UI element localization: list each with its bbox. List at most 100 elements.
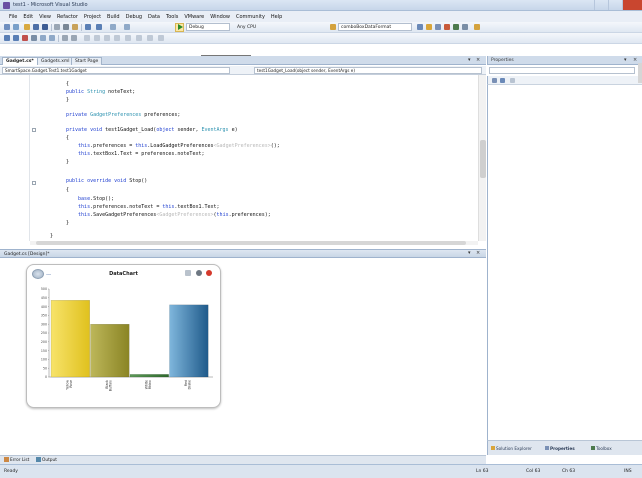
tab-output[interactable]: Output: [34, 457, 59, 464]
toolbar-options-icon[interactable]: [474, 24, 480, 30]
bookmark-icon[interactable]: [84, 35, 90, 41]
save-all-icon[interactable]: [42, 24, 48, 30]
tab-gadgets-xml[interactable]: Gadgets.xml: [37, 57, 74, 65]
find-in-files-icon[interactable]: [417, 24, 423, 30]
close-button[interactable]: [622, 0, 642, 10]
paste-icon[interactable]: [72, 24, 78, 30]
tab-gadget-cs[interactable]: Gadget.cs*: [2, 57, 38, 65]
display-members-icon[interactable]: [4, 35, 10, 41]
tab-error-list[interactable]: Error List: [2, 457, 31, 464]
navigate-backward-icon[interactable]: [110, 24, 116, 30]
redo-icon[interactable]: [96, 24, 102, 30]
complete-word-icon[interactable]: [31, 35, 37, 41]
categorized-icon[interactable]: [492, 78, 497, 83]
menu-community[interactable]: Community: [233, 14, 268, 20]
previous-bookmark-document-icon[interactable]: [147, 35, 153, 41]
chart-bar: [50, 300, 90, 378]
copy-icon[interactable]: [63, 24, 69, 30]
alphabetical-icon[interactable]: [500, 78, 505, 83]
menu-view[interactable]: View: [36, 14, 54, 20]
cut-icon[interactable]: [54, 24, 60, 30]
tab-toolbox[interactable]: Toolbox: [590, 445, 613, 452]
collapse-region-icon[interactable]: [32, 181, 36, 185]
add-new-item-icon[interactable]: [4, 24, 10, 30]
clear-bookmarks-icon[interactable]: [114, 35, 120, 41]
tab-properties[interactable]: Properties: [544, 445, 576, 452]
property-pages-icon[interactable]: [510, 78, 515, 83]
scrollbar-thumb[interactable]: [480, 140, 486, 178]
gadget-header: ----- DataChart: [29, 267, 218, 281]
platform-combo[interactable]: Any CPU: [234, 23, 286, 31]
menu-vmware[interactable]: VMware: [181, 14, 207, 20]
y-tick-label: 50: [43, 366, 47, 370]
menu-window[interactable]: Window: [207, 14, 233, 20]
y-tick-label: 100: [41, 358, 47, 362]
right-dock-tabs: Solution Explorer Properties Toolbox: [487, 440, 642, 455]
menu-refactor[interactable]: Refactor: [54, 14, 81, 20]
editor-horizontal-scrollbar[interactable]: [30, 241, 478, 245]
parameter-info-icon[interactable]: [13, 35, 19, 41]
minimize-button[interactable]: [594, 0, 608, 10]
solution-explorer-icon[interactable]: [426, 24, 432, 30]
uncomment-icon[interactable]: [71, 35, 77, 41]
decrease-indent-icon[interactable]: [40, 35, 46, 41]
maximize-button[interactable]: [608, 0, 622, 10]
gadget-settings-icon[interactable]: [196, 270, 202, 276]
toolbar-separator: [58, 35, 59, 42]
save-icon[interactable]: [33, 24, 39, 30]
close-panel-icon[interactable]: ×: [633, 57, 637, 63]
menu-project[interactable]: Project: [81, 14, 104, 20]
menu-data[interactable]: Data: [145, 14, 163, 20]
properties-window-icon[interactable]: [435, 24, 441, 30]
gadget-notes-icon[interactable]: [185, 270, 191, 276]
tab-dropdown-icon[interactable]: ▾: [468, 57, 471, 63]
member-combo[interactable]: test1Gadget_Load(object sender, EventArg…: [254, 67, 482, 74]
toolbox-icon[interactable]: [453, 24, 459, 30]
auto-hide-icon[interactable]: ▾: [624, 57, 627, 63]
code-editor[interactable]: { public String noteText; } private Gadg…: [0, 75, 486, 245]
solution-explorer-icon: [491, 446, 495, 450]
find-combo[interactable]: comboBoxDataFormat: [338, 23, 412, 31]
properties-object-combo[interactable]: [489, 67, 635, 74]
close-document-icon[interactable]: ×: [476, 57, 480, 63]
object-browser-icon[interactable]: [444, 24, 450, 30]
tab-start-page[interactable]: Start Page: [71, 57, 103, 65]
status-insert-mode: INS: [624, 469, 632, 474]
properties-scrollbar[interactable]: [638, 63, 642, 83]
start-page-icon[interactable]: [462, 24, 468, 30]
undo-icon[interactable]: [85, 24, 91, 30]
navigate-forward-icon[interactable]: [124, 24, 130, 30]
scrollbar-thumb[interactable]: [36, 241, 466, 245]
increase-indent-icon[interactable]: [49, 35, 55, 41]
comment-icon[interactable]: [62, 35, 68, 41]
close-document-icon[interactable]: ×: [476, 250, 480, 256]
properties-grid[interactable]: [487, 85, 642, 440]
menu-debug[interactable]: Debug: [123, 14, 145, 20]
datachart-gadget[interactable]: ----- DataChart 0 50 100 150 200 250 300 350 400…: [26, 264, 221, 408]
gadget-close-icon[interactable]: [206, 270, 212, 276]
menu-edit[interactable]: Edit: [20, 14, 36, 20]
editor-vertical-scrollbar[interactable]: [478, 75, 486, 241]
open-file-icon[interactable]: [24, 24, 30, 30]
window-title: test1 - Microsoft Visual Studio: [13, 2, 88, 8]
collapse-region-icon[interactable]: [32, 128, 36, 132]
previous-bookmark-icon[interactable]: [94, 35, 100, 41]
start-debugging-button[interactable]: [175, 23, 184, 32]
next-bookmark-folder-icon[interactable]: [136, 35, 142, 41]
new-project-icon[interactable]: [13, 24, 19, 30]
menu-help[interactable]: Help: [268, 14, 285, 20]
previous-bookmark-folder-icon[interactable]: [125, 35, 131, 41]
quick-info-icon[interactable]: [22, 35, 28, 41]
tab-solution-explorer[interactable]: Solution Explorer: [490, 445, 533, 452]
menu-file[interactable]: File: [6, 14, 20, 20]
next-bookmark-icon[interactable]: [104, 35, 110, 41]
tab-gadget-design[interactable]: Gadget.cs [Design]*: [4, 251, 49, 258]
find-icon: [330, 24, 336, 30]
tab-dropdown-icon[interactable]: ▾: [468, 250, 471, 256]
next-bookmark-document-icon[interactable]: [158, 35, 164, 41]
class-combo[interactable]: SmartSpace.Gadget.Test1.test1Gadget: [2, 67, 230, 74]
solution-config-combo[interactable]: Debug: [186, 23, 230, 31]
toolbar-separator: [51, 24, 52, 31]
menu-build[interactable]: Build: [104, 14, 123, 20]
menu-tools[interactable]: Tools: [163, 14, 181, 20]
